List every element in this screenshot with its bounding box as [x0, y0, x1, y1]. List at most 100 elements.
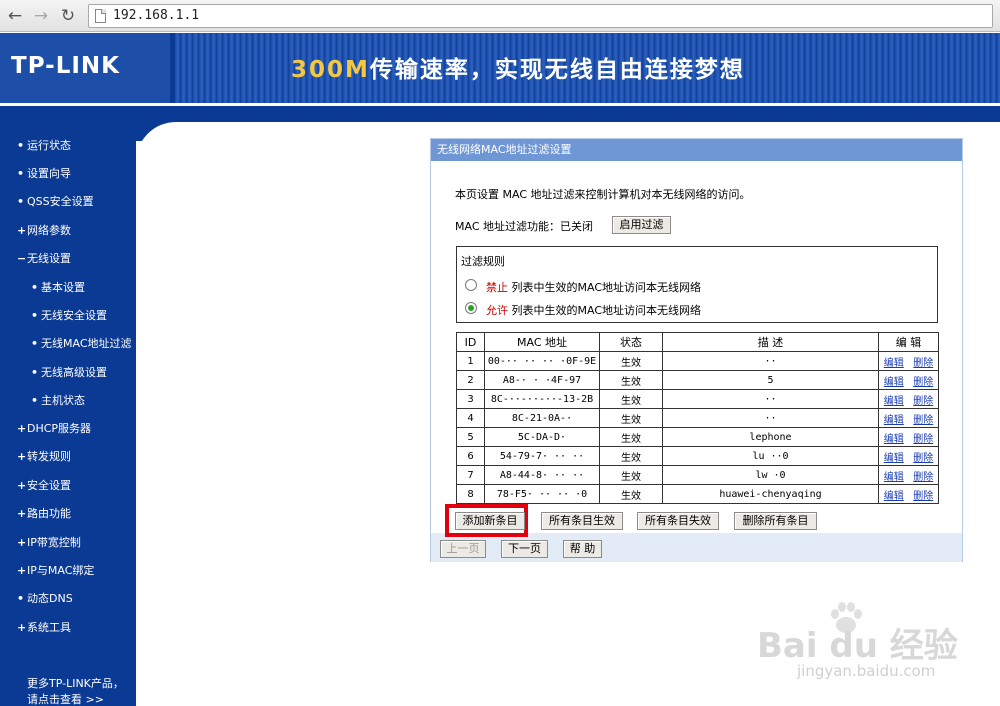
bullet-icon: •: [17, 592, 25, 605]
delete-link[interactable]: 删除: [908, 484, 939, 504]
delete-link[interactable]: 删除: [908, 446, 939, 466]
delete-link[interactable]: 删除: [908, 427, 939, 447]
mac-table-body: 1 00-·· ·· ·· ·0F-9E 生效 ·· 编辑 删除 2 A8-· · ·4F-9…: [456, 351, 939, 504]
sidebar-item-forwarding[interactable]: +转发规则: [17, 448, 71, 464]
cell-id: 5: [456, 427, 485, 447]
cell-mac: 5C-DA-D·: [484, 427, 600, 447]
table-row: 4 8C-21-0A-· 生效 ·· 编辑 删除: [456, 408, 939, 428]
delete-link[interactable]: 删除: [908, 389, 939, 409]
sidebar-item-label: DHCP服务器: [27, 422, 92, 435]
sidebar-item-label: 无线设置: [27, 252, 71, 265]
table-row: 6 54-79-7· ·· ·· 生效 lu ··0 编辑 删除: [456, 446, 939, 466]
sidebar-item-label: 主机状态: [41, 394, 85, 407]
cell-state: 生效: [599, 351, 663, 371]
address-bar[interactable]: 192.168.1.1: [88, 4, 993, 28]
delete-link[interactable]: 删除: [908, 351, 939, 371]
cell-desc: lw ·0: [662, 465, 879, 485]
sidebar-item-qss[interactable]: • QSS安全设置: [17, 193, 94, 209]
allow-radio[interactable]: [465, 302, 477, 314]
next-page-button[interactable]: 下一页: [501, 540, 548, 558]
bullet-icon: •: [31, 337, 39, 350]
filter-status: MAC 地址过滤功能：已关闭: [455, 220, 593, 233]
delete-all-button[interactable]: 删除所有条目: [734, 512, 817, 530]
allow-text: 列表中生效的MAC地址访问本无线网络: [508, 304, 701, 317]
sidebar-item-wireless[interactable]: −无线设置: [17, 250, 71, 266]
enable-filter-button[interactable]: 启用过滤: [612, 216, 671, 234]
cell-state: 生效: [599, 408, 663, 428]
edit-link[interactable]: 编辑: [878, 427, 909, 447]
expand-icon: +: [17, 536, 27, 549]
deny-radio[interactable]: [465, 279, 477, 291]
edit-link[interactable]: 编辑: [878, 408, 909, 428]
sidebar-item-wizard[interactable]: • 设置向导: [17, 165, 71, 181]
delete-link[interactable]: 删除: [908, 370, 939, 390]
sidebar-item-dhcp[interactable]: +DHCP服务器: [17, 420, 91, 436]
delete-link[interactable]: 删除: [908, 408, 939, 428]
sidebar-item-label: 设置向导: [27, 167, 71, 180]
deny-rule-label: 禁止 列表中生效的MAC地址访问本无线网络: [486, 279, 701, 295]
sidebar-item-routing[interactable]: +路由功能: [17, 505, 71, 521]
edit-link[interactable]: 编辑: [878, 446, 909, 466]
slogan-text: 传输速率，实现无线自由连接梦想: [369, 57, 745, 83]
edit-link[interactable]: 编辑: [878, 351, 909, 371]
cell-mac: 8C-21-0A-·: [484, 408, 600, 428]
header-state: 状态: [599, 332, 663, 352]
delete-link[interactable]: 删除: [908, 465, 939, 485]
add-entry-button[interactable]: 添加新条目: [455, 512, 525, 530]
sidebar-item-system-tools[interactable]: +系统工具: [17, 619, 71, 635]
prev-page-button[interactable]: 上一页: [440, 540, 486, 558]
edit-link[interactable]: 编辑: [878, 370, 909, 390]
forward-arrow-icon[interactable]: →: [30, 5, 52, 27]
sidebar-item-ip-mac-binding[interactable]: +IP与MAC绑定: [17, 562, 94, 578]
header-mac: MAC 地址: [484, 332, 600, 352]
disable-all-button[interactable]: 所有条目失效: [637, 512, 719, 530]
sidebar-item-ddns[interactable]: • 动态DNS: [17, 590, 73, 606]
deny-text: 列表中生效的MAC地址访问本无线网络: [508, 281, 701, 294]
sidebar-item-label: IP带宽控制: [27, 536, 81, 549]
more-products-link[interactable]: 更多TP-LINK产品， 请点击查看 >>: [27, 676, 124, 706]
sidebar-item-basic[interactable]: • 基本设置: [31, 279, 85, 295]
cell-state: 生效: [599, 446, 663, 466]
edit-link[interactable]: 编辑: [878, 465, 909, 485]
cell-state: 生效: [599, 484, 663, 504]
logo-area: TP-LINK: [0, 33, 170, 103]
sidebar-item-advanced[interactable]: • 无线高级设置: [31, 364, 107, 380]
expand-icon: +: [17, 621, 27, 634]
cell-desc: 5: [662, 370, 879, 390]
cell-id: 7: [456, 465, 485, 485]
allow-keyword: 允许: [486, 304, 508, 317]
help-button[interactable]: 帮 助: [563, 540, 602, 558]
mac-table: ID MAC 地址 状态 描 述 编 辑 1 00-·· ·· ·· ·0F-9E…: [456, 332, 939, 504]
cell-desc: ··: [662, 408, 879, 428]
header-banner: 300M传输速率，实现无线自由连接梦想: [175, 33, 1000, 103]
bullet-icon: •: [17, 167, 25, 180]
sidebar-item-status[interactable]: • 运行状态: [17, 137, 71, 153]
header-desc: 描 述: [662, 332, 879, 352]
cell-id: 4: [456, 408, 485, 428]
sidebar-item-host-status[interactable]: • 主机状态: [31, 392, 85, 408]
sidebar-item-security[interactable]: +安全设置: [17, 477, 71, 493]
enable-all-button[interactable]: 所有条目生效: [541, 512, 623, 530]
edit-link[interactable]: 编辑: [878, 389, 909, 409]
slogan-highlight: 300M: [291, 57, 370, 83]
cell-mac: 00-·· ·· ·· ·0F-9E: [484, 351, 600, 371]
sidebar-item-network[interactable]: +网络参数: [17, 222, 71, 238]
sidebar-item-label: 转发规则: [27, 450, 71, 463]
sidebar-item-wireless-security[interactable]: • 无线安全设置: [31, 307, 107, 323]
tp-link-logo: TP-LINK: [11, 53, 120, 79]
expand-icon: +: [17, 224, 27, 237]
back-arrow-icon[interactable]: ←: [4, 5, 26, 27]
cell-id: 2: [456, 370, 485, 390]
bullet-icon: •: [31, 366, 39, 379]
reload-icon[interactable]: ↻: [57, 5, 79, 27]
edit-link[interactable]: 编辑: [878, 484, 909, 504]
table-header-row: ID MAC 地址 状态 描 述 编 辑: [456, 332, 939, 352]
sidebar-item-label: 基本设置: [41, 281, 85, 294]
table-row: 5 5C-DA-D· 生效 lephone 编辑 删除: [456, 427, 939, 447]
bullet-icon: •: [31, 309, 39, 322]
cell-mac: A8-· · ·4F-97: [484, 370, 600, 390]
sidebar-item-bandwidth[interactable]: +IP带宽控制: [17, 534, 81, 550]
sidebar-item-mac-filter[interactable]: • 无线MAC地址过滤: [31, 335, 132, 351]
expand-icon: +: [17, 507, 27, 520]
bullet-icon: •: [17, 195, 25, 208]
